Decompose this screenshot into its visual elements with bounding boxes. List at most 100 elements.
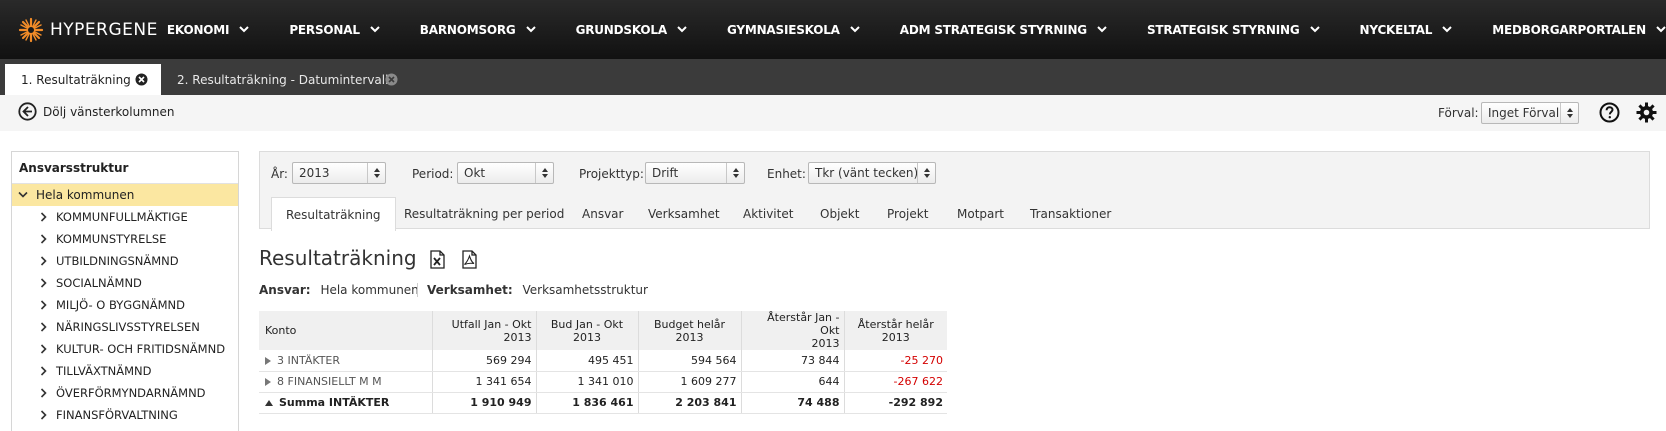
nav-item-gymnasieskola[interactable]: GYMNASIESKOLA [727,0,860,59]
cell-utfall: 569 294 [431,350,536,372]
chevron-right-icon [40,410,47,420]
konto-cell: Summa INTÄKTER [259,392,432,414]
chevron-right-icon [40,234,47,244]
nav-item-adm-strategisk-styrning[interactable]: ADM STRATEGISK STYRNING [900,0,1107,59]
cell-aterstar-helar: -25 270 [843,350,947,372]
chevron-right-icon [40,366,47,376]
page-title: Resultaträkning [259,246,417,270]
nav-item-personal[interactable]: PERSONAL [289,0,380,59]
konto-label: Summa INTÄKTER [279,396,390,409]
tree-item[interactable]: KULTUR- OCH FRITIDSNÄMND [12,338,238,360]
nav-label: STRATEGISK STYRNING [1146,22,1300,37]
close-icon[interactable] [135,73,148,86]
doc-tab-label: 1. Resultaträkning [21,72,131,87]
tree-item[interactable]: NÄRINGSLIVSSTYRELSEN [12,316,238,338]
tree-item-label: NÄRINGSLIVSSTYRELSEN [56,320,200,334]
excel-export-icon[interactable] [429,250,446,269]
chevron-right-icon [40,212,47,222]
close-icon[interactable] [385,73,398,86]
expand-right-icon[interactable] [265,356,271,365]
period-value: Okt [464,166,486,180]
col-utfall[interactable]: Utfall Jan - Okt 2013 [431,311,536,350]
main-menu: EKONOMI PERSONAL BARNOMSORG GRUNDSKOLA G… [167,0,1666,59]
col-bud[interactable]: Bud Jan - Okt 2013 [535,311,638,350]
forval-select[interactable]: Inget Förval [1481,102,1579,124]
col-budget-helar[interactable]: Budget helår 2013 [637,311,741,350]
tree-item-label: TILLVÄXTNÄMND [56,364,152,378]
ansvar-meta: Ansvar: Hela kommunen [259,283,419,297]
collapse-up-icon[interactable] [265,400,273,406]
hide-left-column-button[interactable]: Dölj vänsterkolumnen [18,102,174,121]
hypergene-star-icon [18,17,44,42]
konto-cell: 3 INTÄKTER [259,350,432,372]
nav-label: NYCKELTAL [1359,22,1433,37]
tree-item-label: MILJÖ- O BYGGNÄMND [56,298,185,312]
select-arrows-icon [726,163,744,183]
tree-item[interactable]: TILLVÄXTNÄMND [12,360,238,382]
tree-item[interactable]: SOCIALNÄMND [12,272,238,294]
chevron-right-icon [40,300,47,310]
help-icon[interactable] [1599,102,1620,123]
col-konto[interactable]: Konto [259,311,432,350]
nav-item-barnomsorg[interactable]: BARNOMSORG [420,0,536,59]
tree-item-label: ÖVERFÖRMYNDARNÄMND [56,386,206,400]
chevron-down-icon [1309,26,1320,33]
col-aterstar-line2: 2013 [811,337,840,350]
col-utfall-line1: Utfall Jan - Okt [451,317,532,331]
doc-tab-datumintervall[interactable]: 2. Resultaträkning - Datumintervall [161,64,411,95]
tab-objekt[interactable]: Objekt [820,197,859,230]
tab-resultatrakning-per-period[interactable]: Resultaträkning per period [404,197,564,230]
nav-label: MEDBORGARPORTALEN [1492,22,1646,37]
cell-budget-helar: 1 609 277 [637,371,741,393]
period-select[interactable]: Okt [457,162,554,184]
projtype-select[interactable]: Drift [645,162,745,184]
nav-item-strategisk-styrning[interactable]: STRATEGISK STYRNING [1147,0,1320,59]
doc-tab-resultatrakning[interactable]: 1. Resultaträkning [5,64,161,95]
cell-aterstar: 644 [740,371,844,393]
unit-select[interactable]: Tkr (vänt tecken) [808,162,936,184]
konto-label: 3 INTÄKTER [277,353,341,367]
tree-item[interactable]: KOMMUNFULLMÄKTIGE [12,206,238,228]
table-row-summary[interactable]: Summa INTÄKTER 1 910 949 1 836 461 2 203… [259,392,947,414]
responsibility-tree: Ansvarsstruktur Hela kommunen KOMMUNFULL… [11,151,239,431]
nav-item-grundskola[interactable]: GRUNDSKOLA [576,0,687,59]
tree-item[interactable]: ÖVERFÖRMYNDARNÄMND [12,382,238,404]
cell-bud: 495 451 [535,350,638,372]
tree-item-label: KULTUR- OCH FRITIDSNÄMND [56,342,226,356]
table-row[interactable]: 8 FINANSIELLT M M 1 341 654 1 341 010 1 … [259,371,947,393]
cell-aterstar-helar: -292 892 [843,392,947,414]
select-arrows-icon [1560,103,1578,123]
tree-item[interactable]: MILJÖ- O BYGGNÄMND [12,294,238,316]
tab-ansvar[interactable]: Ansvar [582,197,623,230]
tab-verksamhet[interactable]: Verksamhet [648,197,720,230]
chevron-down-icon [677,26,687,33]
verksamhet-value: Verksamhetsstruktur [522,283,648,297]
pdf-export-icon[interactable] [461,250,478,269]
tab-transaktioner[interactable]: Transaktioner [1030,197,1111,230]
tree-item[interactable]: KOMMUNSTYRELSE [12,228,238,250]
tab-motpart[interactable]: Motpart [957,197,1004,230]
nav-item-nyckeltal[interactable]: NYCKELTAL [1360,0,1453,59]
tab-aktivitet[interactable]: Aktivitet [743,197,793,230]
cell-budget-helar: 594 564 [637,350,741,372]
tree-root-hela-kommunen[interactable]: Hela kommunen [12,184,238,206]
logo[interactable]: HYPERGENE [18,0,167,59]
nav-item-medborgarportalen[interactable]: MEDBORGARPORTALEN [1492,0,1666,59]
year-select[interactable]: 2013 [292,162,386,184]
col-aterstar-helar[interactable]: Återstår helår 2013 [843,311,947,350]
chevron-down-icon [850,26,860,33]
nav-item-ekonomi[interactable]: EKONOMI [167,0,250,59]
tree-item[interactable]: UTBILDNINGSNÄMND [12,250,238,272]
tree-item-label: FINANSFÖRVALTNING [56,408,178,422]
chevron-down-icon [525,26,536,33]
gear-icon[interactable] [1636,102,1657,123]
expand-right-icon[interactable] [265,378,271,386]
unit-value: Tkr (vänt tecken) [815,166,919,180]
tab-projekt[interactable]: Projekt [887,197,928,230]
tree-item[interactable]: FINANSFÖRVALTNING [12,404,238,426]
col-aterstar[interactable]: Återstår Jan - Okt 2013 [740,311,844,350]
tab-resultatrakning[interactable]: Resultaträkning [271,197,396,231]
nav-label: GYMNASIESKOLA [726,22,840,37]
nav-label: GRUNDSKOLA [575,22,668,37]
table-row[interactable]: 3 INTÄKTER 569 294 495 451 594 564 73 84… [259,350,947,372]
